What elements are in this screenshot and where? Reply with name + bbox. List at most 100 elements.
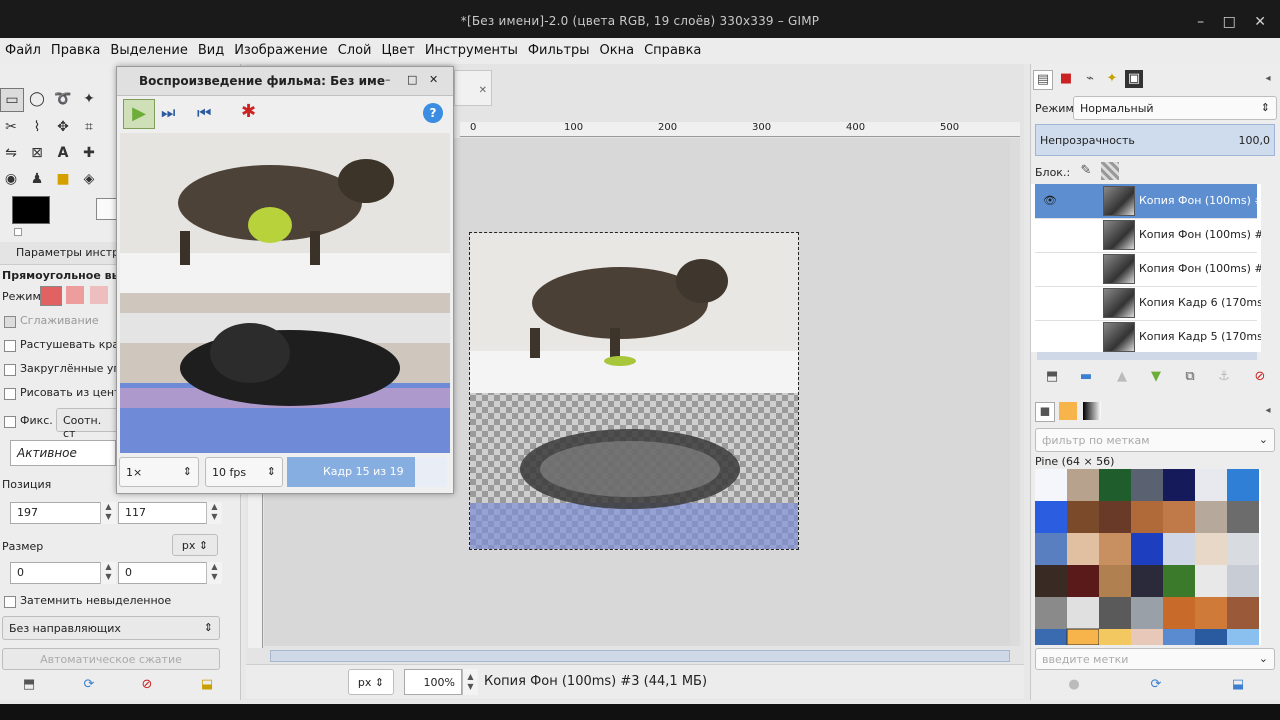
patterns-tab-icon[interactable] <box>1059 402 1077 420</box>
move-icon[interactable]: ✥ <box>52 116 74 138</box>
layer-row[interactable]: Копия Кадр 6 (170ms) <box>1035 286 1261 321</box>
crop-icon[interactable]: ⌗ <box>78 116 100 138</box>
layer-mode-select[interactable]: Нормальный ⇕ <box>1073 96 1277 120</box>
size-w-field[interactable]: 0 <box>10 562 104 584</box>
flip-icon[interactable]: ⇋ <box>0 142 22 164</box>
layer-row[interactable]: Копия Фон (100ms) #1 <box>1035 252 1261 287</box>
foreground-color[interactable] <box>12 196 50 224</box>
menu-image[interactable]: Изображение <box>229 38 332 58</box>
menu-windows[interactable]: Окна <box>595 38 640 58</box>
dock-menu-icon[interactable]: ◂ <box>1259 70 1277 88</box>
channels-tab-icon[interactable]: ■ <box>1057 70 1075 88</box>
size-h-spin-icon[interactable]: ▲ ▼ <box>206 562 222 584</box>
menu-help[interactable]: Справка <box>639 38 706 58</box>
active-field[interactable]: Активное <box>10 440 116 466</box>
antialias-checkbox[interactable] <box>4 316 16 328</box>
playback-minimize-icon[interactable]: – <box>385 73 391 86</box>
from-center-checkbox[interactable] <box>4 388 16 400</box>
playback-close-icon[interactable]: ✕ <box>429 73 438 86</box>
visibility-eye-icon[interactable]: 👁 <box>1043 194 1057 207</box>
guides-select[interactable]: Без направляющих ⇕ <box>2 616 220 640</box>
reset-colors-icon[interactable] <box>14 228 22 236</box>
bucket-icon[interactable]: ◉ <box>0 168 22 190</box>
zoom-spin-icon[interactable]: ▲ ▼ <box>462 669 478 695</box>
close-icon[interactable]: ✕ <box>1254 14 1266 30</box>
new-group-icon[interactable]: ▬ <box>1077 368 1095 386</box>
dodge-icon[interactable]: ■ <box>52 168 74 190</box>
export-icon[interactable]: ✱ <box>241 101 256 122</box>
paths-tab-icon[interactable]: ⌁ <box>1081 70 1099 88</box>
smudge-icon[interactable]: ◈ <box>78 168 100 190</box>
images-tab-icon[interactable]: ▣ <box>1125 70 1143 88</box>
pattern-tag-entry[interactable]: введите метки ⌄ <box>1035 648 1275 670</box>
size-unit-select[interactable]: px ⇕ <box>172 534 218 556</box>
undo-tab-icon[interactable]: ✦ <box>1103 70 1121 88</box>
cage-icon[interactable]: ⊠ <box>26 142 48 164</box>
fixed-checkbox[interactable] <box>4 416 16 428</box>
layer-row[interactable]: 👁 Копия Фон (100ms) #3 <box>1035 184 1261 219</box>
rounded-checkbox[interactable] <box>4 364 16 376</box>
minimize-icon[interactable]: – <box>1197 14 1204 30</box>
tool-options-tab[interactable]: Параметры инстру <box>0 242 126 265</box>
refresh-patterns-icon[interactable]: ⟳ <box>1147 676 1165 694</box>
step-forward-icon[interactable]: ⏭ <box>161 103 175 123</box>
menu-color[interactable]: Цвет <box>376 38 419 58</box>
mode-subtract-icon[interactable] <box>90 286 108 304</box>
frame-progress[interactable]: Кадр 15 из 19 <box>287 457 447 487</box>
size-h-field[interactable]: 0 <box>118 562 210 584</box>
zoom-select[interactable]: 1× ⇕ <box>119 457 199 487</box>
maximize-icon[interactable]: □ <box>1223 14 1236 30</box>
image-tab[interactable]: ✕ <box>454 70 492 106</box>
patterns-menu-icon[interactable]: ◂ <box>1259 402 1277 420</box>
edit-pattern-icon[interactable]: ● <box>1065 676 1083 694</box>
pos-x-spin-icon[interactable]: ▲ ▼ <box>100 502 116 524</box>
reset-options-icon[interactable]: ⬓ <box>198 676 216 694</box>
menu-file[interactable]: Файл <box>0 38 46 58</box>
lower-layer-icon[interactable]: ▼ <box>1147 368 1165 386</box>
restore-options-icon[interactable]: ⟳ <box>80 676 98 694</box>
free-select-icon[interactable]: ➰ <box>52 88 74 110</box>
save-options-icon[interactable]: ⬒ <box>20 676 38 694</box>
fuzzy-select-icon[interactable]: ✦ <box>78 88 100 110</box>
zoom-field[interactable]: 100% <box>404 669 462 695</box>
gradients-tab-icon[interactable] <box>1083 402 1101 420</box>
mode-replace-icon[interactable] <box>40 286 62 306</box>
feather-checkbox[interactable] <box>4 340 16 352</box>
brushes-tab-icon[interactable]: ◼ <box>1035 402 1055 422</box>
scissors-icon[interactable]: ✂ <box>0 116 22 138</box>
pos-x-field[interactable]: 197 <box>10 502 104 524</box>
menu-filters[interactable]: Фильтры <box>523 38 595 58</box>
pos-y-field[interactable]: 117 <box>118 502 210 524</box>
size-w-spin-icon[interactable]: ▲ ▼ <box>100 562 116 584</box>
menu-layer[interactable]: Слой <box>333 38 377 58</box>
pos-y-spin-icon[interactable]: ▲ ▼ <box>206 502 222 524</box>
layer-row[interactable]: Копия Фон (100ms) #2 <box>1035 218 1261 253</box>
delete-options-icon[interactable]: ⊘ <box>138 676 156 694</box>
playback-maximize-icon[interactable]: □ <box>407 73 417 86</box>
layers-tab-icon[interactable]: ▤ <box>1033 70 1053 90</box>
playback-titlebar[interactable]: Воспроизведение фильма: Без име – □ ✕ <box>117 67 453 96</box>
menu-view[interactable]: Вид <box>193 38 229 58</box>
ellipse-select-icon[interactable]: ◯ <box>26 88 48 110</box>
horizontal-scrollbar[interactable] <box>270 650 1010 662</box>
mode-add-icon[interactable] <box>66 286 84 304</box>
opacity-slider[interactable]: Непрозрачность 100,0 <box>1035 124 1275 156</box>
unit-select[interactable]: px ⇕ <box>348 669 394 695</box>
rect-select-icon[interactable]: ▭ <box>0 88 24 112</box>
help-icon[interactable]: ? <box>423 103 443 123</box>
new-layer-icon[interactable]: ⬒ <box>1043 368 1061 386</box>
dim-unselected-checkbox[interactable] <box>4 596 16 608</box>
lock-pixels-icon[interactable]: ✎ <box>1077 162 1095 180</box>
auto-shrink-button[interactable]: Автоматическое сжатие <box>2 648 220 670</box>
rewind-icon[interactable]: ⏮ <box>197 103 211 123</box>
fixed-mode-select[interactable]: Соотн. ст <box>56 408 118 440</box>
stamp-icon[interactable]: ♟ <box>26 168 48 190</box>
pattern-swatches[interactable] <box>1035 469 1261 646</box>
layer-row[interactable]: Копия Кадр 5 (170ms) <box>1035 320 1261 352</box>
text-icon[interactable]: A <box>52 142 74 164</box>
play-icon[interactable]: ▶ <box>123 99 155 129</box>
open-pattern-icon[interactable]: ⬓ <box>1229 676 1247 694</box>
brush-preview[interactable] <box>96 198 118 220</box>
layers-hscroll[interactable] <box>1037 352 1257 360</box>
image-canvas[interactable] <box>469 232 799 550</box>
